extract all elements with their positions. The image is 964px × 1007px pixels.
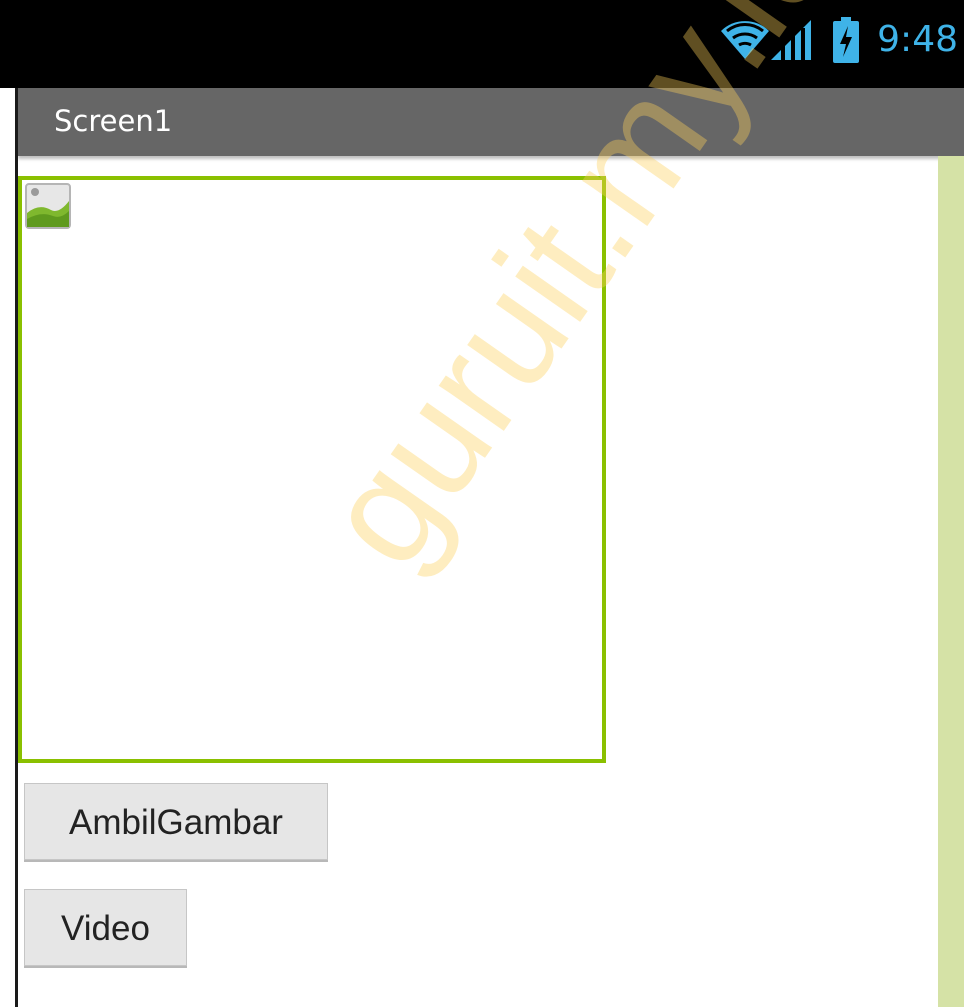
wifi-icon [721,21,770,59]
image-placeholder-icon [25,183,71,229]
battery-charging-icon [833,17,860,63]
screen-title: Screen1 [54,104,173,138]
status-icons: 9:48 [721,14,958,66]
image-component[interactable] [18,176,606,763]
status-bar: 9:48 [0,0,964,88]
right-scroll-strip [938,156,964,1007]
status-clock: 9:48 [877,19,958,60]
ambil-gambar-button[interactable]: AmbilGambar [24,783,328,860]
app-screen: 9:48 Screen1 AmbilGambar Video guruit.my… [0,0,964,1007]
cell-signal-icon [771,20,812,60]
video-button[interactable]: Video [24,889,187,966]
title-bar: Screen1 [18,88,964,156]
